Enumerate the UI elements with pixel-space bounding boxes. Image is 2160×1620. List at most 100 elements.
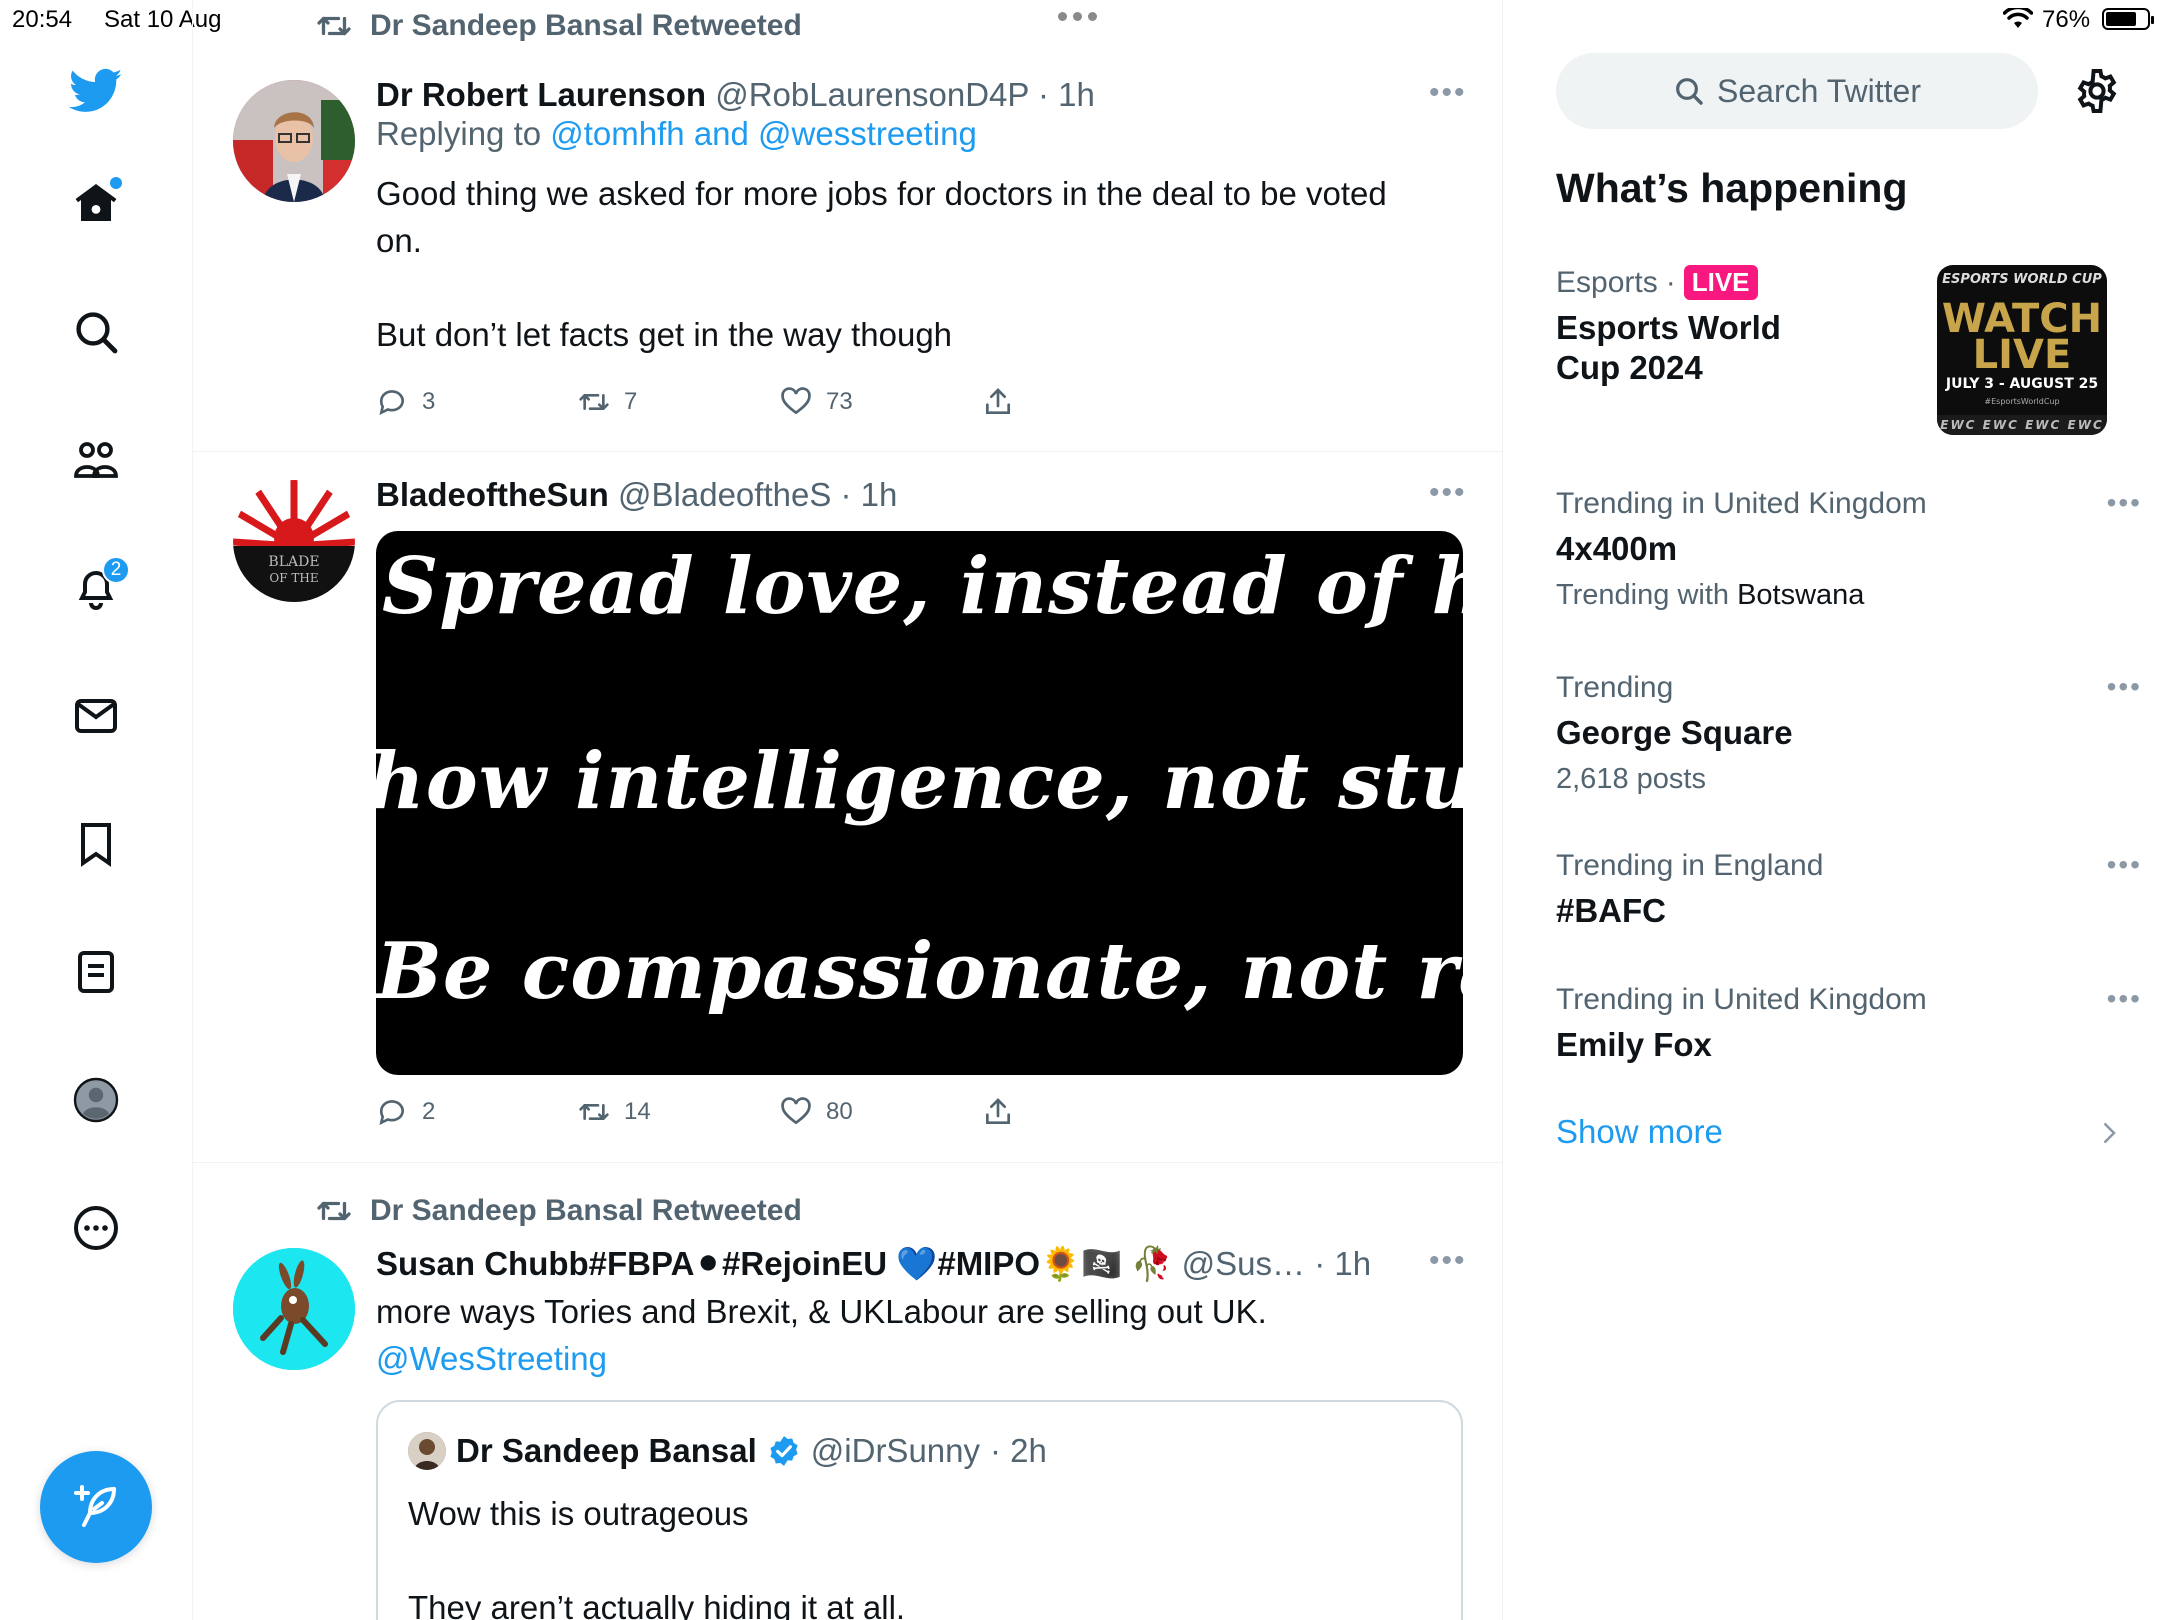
- image-text-line: Be compassionate, not racist: [376, 926, 1463, 1017]
- avatar[interactable]: [233, 80, 355, 202]
- lists-icon[interactable]: [66, 942, 126, 1002]
- esports-thumbnail[interactable]: ESPORTS WORLD CUP WATCH LIVE JULY 3 - AU…: [1937, 265, 2107, 435]
- quoted-tweet-text: Wow this is outrageous They aren’t actua…: [408, 1495, 906, 1620]
- trend-subtitle: Trending with Botswana: [1556, 579, 1865, 611]
- heart-icon: [781, 387, 811, 415]
- trend-more-icon[interactable]: •••: [2107, 849, 2142, 881]
- reply-count: 2: [422, 1098, 436, 1125]
- esports-thumbnail-headline: WATCH LIVE: [1941, 296, 2103, 378]
- search-placeholder: Search Twitter: [1717, 72, 1921, 109]
- trend-title: Emily Fox: [1556, 1026, 1712, 1063]
- right-sidebar: Search Twitter What’s happening Esports …: [1504, 0, 2160, 1620]
- like-count: 80: [826, 1098, 853, 1125]
- like-button[interactable]: 73: [780, 386, 982, 418]
- settings-gear-icon[interactable]: [2073, 67, 2121, 115]
- trend-subtitle: 2,618 posts: [1556, 763, 1706, 795]
- share-button[interactable]: [982, 1096, 1184, 1128]
- tweet-time[interactable]: · 1h: [1314, 1245, 1371, 1282]
- avatar[interactable]: [233, 1248, 355, 1370]
- author-name[interactable]: Dr Robert Laurenson: [376, 76, 706, 113]
- trend-item[interactable]: Trending in England #BAFC •••: [1556, 849, 2140, 931]
- image-text-line: how intelligence, not stupidit: [376, 736, 1463, 827]
- heart-icon: [781, 1097, 811, 1125]
- retweet-button[interactable]: 7: [578, 386, 780, 418]
- replying-to-link[interactable]: @tomhfh and @wesstreeting: [550, 115, 977, 152]
- tweet-more-icon[interactable]: •••: [1429, 76, 1467, 110]
- communities-icon[interactable]: [66, 430, 126, 490]
- quoted-tweet[interactable]: Dr Sandeep Bansal @iDrSunny · 2h Wow thi…: [376, 1400, 1463, 1620]
- more-options-icon[interactable]: [66, 1198, 126, 1258]
- tweet-actions: 3 7 73: [376, 386, 1184, 418]
- tweet-text: more ways Tories and Brexit, & UKLabour …: [376, 1293, 1267, 1377]
- notifications-bell-icon[interactable]: 2: [66, 556, 130, 618]
- tweet-time[interactable]: · 1h: [841, 476, 898, 513]
- timeline[interactable]: Dr Sandeep Bansal Retweeted Dr Robert La…: [193, 0, 1503, 1620]
- author-handle[interactable]: @RobLaurensonD4P: [715, 76, 1029, 113]
- search-icon: [1676, 78, 1703, 105]
- retweet-icon: [317, 1201, 351, 1221]
- left-navigation: 2: [0, 0, 193, 1620]
- trend-title: 4x400m: [1556, 530, 1678, 567]
- like-button[interactable]: 80: [780, 1096, 982, 1128]
- mention-link[interactable]: @WesStreeting: [376, 1340, 607, 1377]
- trend-more-icon[interactable]: •••: [2107, 671, 2142, 703]
- share-icon: [986, 388, 1010, 414]
- tweet-image[interactable]: Spread love, instead of hate how intelli…: [376, 531, 1463, 1075]
- share-icon: [986, 1098, 1010, 1124]
- share-button[interactable]: [982, 386, 1184, 418]
- trend-item[interactable]: Trending in United Kingdom 4x400m Trendi…: [1556, 487, 2140, 612]
- tweet[interactable]: Dr Sandeep Bansal Retweeted Susan Chubb#…: [193, 1163, 1502, 1620]
- quoted-avatar: [408, 1432, 446, 1470]
- messages-icon[interactable]: [66, 686, 126, 746]
- verified-badge-icon: [770, 1436, 798, 1466]
- retweet-button[interactable]: 14: [578, 1096, 780, 1128]
- tweet-more-icon[interactable]: •••: [1429, 1244, 1467, 1278]
- trend-more-icon[interactable]: •••: [2107, 983, 2142, 1015]
- like-count: 73: [826, 388, 853, 415]
- retweet-icon: [579, 394, 609, 410]
- esports-thumbnail-dates: JULY 3 - AUGUST 25: [1945, 376, 2099, 392]
- home-icon[interactable]: [66, 173, 126, 233]
- author-handle[interactable]: @Sus…: [1182, 1245, 1305, 1282]
- live-badge: LIVE: [1683, 265, 1758, 300]
- retweet-count: 14: [624, 1098, 651, 1125]
- svg-text:OF THE: OF THE: [269, 571, 318, 585]
- twitter-logo-icon[interactable]: [66, 60, 126, 120]
- retweeted-by-label: Dr Sandeep Bansal Retweeted: [316, 1193, 802, 1229]
- search-input[interactable]: Search Twitter: [1556, 53, 2038, 129]
- notifications-badge: 2: [102, 556, 130, 584]
- trend-title: Esports World Cup 2024: [1556, 309, 1781, 386]
- show-more-link[interactable]: Show more: [1556, 1113, 1723, 1151]
- trend-category: Trending: [1556, 671, 1674, 704]
- trend-category: Trending in United Kingdom: [1556, 487, 1927, 520]
- retweet-icon: [579, 1104, 609, 1120]
- tweet-text: Good thing we asked for more jobs for do…: [376, 175, 1387, 353]
- bookmarks-icon[interactable]: [66, 814, 126, 874]
- author-name[interactable]: BladeoftheSun: [376, 476, 609, 513]
- tweet-header: BladeoftheSun @BladeoftheS · 1h: [376, 476, 897, 514]
- avatar[interactable]: BLADE OF THE: [233, 480, 355, 602]
- tweet-time[interactable]: · 1h: [1038, 76, 1095, 113]
- reply-button[interactable]: 3: [376, 386, 578, 418]
- reply-button[interactable]: 2: [376, 1096, 578, 1128]
- retweet-icon: [317, 16, 351, 36]
- tweet-header: Dr Robert Laurenson @RobLaurensonD4P · 1…: [376, 76, 1095, 114]
- trend-more-icon[interactable]: •••: [2107, 487, 2142, 519]
- tweet-more-icon[interactable]: •••: [1429, 476, 1467, 510]
- quoted-author-handle: @iDrSunny: [810, 1432, 981, 1469]
- tweet[interactable]: Dr Sandeep Bansal Retweeted Dr Robert La…: [193, 0, 1502, 452]
- trend-item[interactable]: Trending in United Kingdom Emily Fox •••: [1556, 983, 2140, 1065]
- quoted-tweet-time: · 2h: [990, 1432, 1047, 1469]
- chevron-right-icon[interactable]: [2094, 1118, 2124, 1148]
- esports-thumbnail-strip: EWC EWC EWC EWC: [1937, 415, 2107, 435]
- profile-icon[interactable]: [66, 1070, 126, 1130]
- search-icon[interactable]: [66, 302, 126, 362]
- whats-happening-heading: What’s happening: [1556, 165, 1908, 211]
- home-new-dot: [110, 177, 122, 189]
- compose-tweet-button[interactable]: [40, 1451, 152, 1563]
- tweet[interactable]: BLADE OF THE BladeoftheSun @BladeoftheS …: [193, 452, 1502, 1163]
- trend-item[interactable]: Trending George Square 2,618 posts •••: [1556, 671, 2140, 796]
- author-name[interactable]: Susan Chubb#FBPA⚫#RejoinEU 💙#MIPO🌻🏴‍☠️ 🥀: [376, 1245, 1172, 1282]
- image-text-line: Spread love, instead of hate: [382, 541, 1463, 632]
- author-handle[interactable]: @BladeoftheS: [618, 476, 831, 513]
